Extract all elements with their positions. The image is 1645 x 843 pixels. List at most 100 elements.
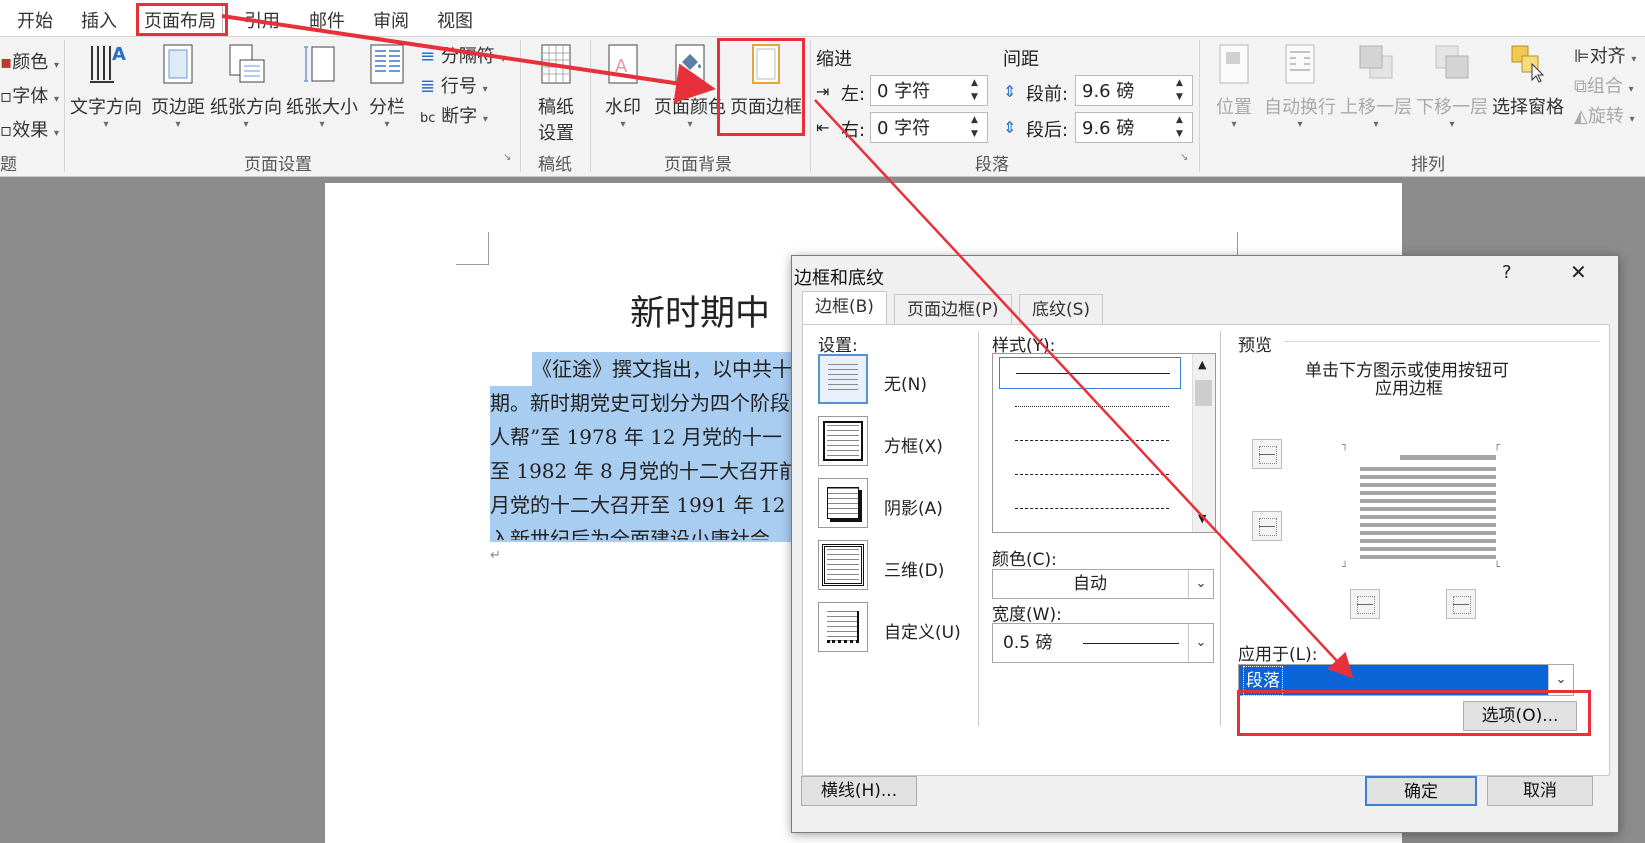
- columns-label: 分栏: [369, 97, 405, 118]
- wrap-text-button[interactable]: 自动换行 ▾: [1262, 42, 1338, 130]
- indent-title: 缩进: [816, 49, 852, 70]
- tab-review[interactable]: 审阅: [373, 7, 409, 33]
- text-direction-icon: A: [90, 44, 126, 83]
- line-numbers-label: 行号: [440, 76, 477, 97]
- page-color-icon: [675, 44, 705, 84]
- setting-none-option[interactable]: [818, 354, 868, 404]
- theme-effects-label: 效果: [12, 120, 49, 141]
- margins-button[interactable]: 页边距 ▾: [148, 42, 208, 130]
- tab-home[interactable]: 开始: [17, 7, 53, 33]
- theme-fonts-button[interactable]: ▫字体 ▾: [0, 82, 59, 108]
- group-separator: [1199, 40, 1200, 172]
- cancel-button[interactable]: 取消: [1487, 776, 1593, 806]
- position-button[interactable]: 位置 ▾: [1206, 42, 1262, 130]
- style-option-solid[interactable]: [999, 357, 1181, 389]
- width-line-preview: [1083, 643, 1179, 644]
- theme-fonts-label: 字体: [12, 86, 49, 107]
- horizontal-line-button[interactable]: 横线(H)...: [801, 776, 917, 806]
- style-option-fine-dash[interactable]: [999, 425, 1179, 455]
- margins-label: 页边距: [151, 97, 205, 118]
- border-style-list[interactable]: ▲ ▼: [992, 353, 1216, 533]
- setting-shadow-label[interactable]: 阴影(A): [884, 494, 943, 519]
- style-option-dash[interactable]: [999, 459, 1179, 489]
- line-numbers-icon: ≣: [420, 76, 436, 97]
- spin-arrows-icon[interactable]: ▲ ▼: [971, 76, 983, 104]
- theme-effects-button[interactable]: ▫效果 ▾: [0, 116, 59, 142]
- bottom-border-button[interactable]: [1252, 511, 1282, 541]
- columns-button[interactable]: 分栏 ▾: [362, 42, 412, 130]
- columns-icon: [370, 44, 404, 84]
- hyphenation-button[interactable]: bc 断字 ▾: [420, 102, 488, 128]
- group-separator: [590, 40, 591, 172]
- style-option-dash-dot[interactable]: [999, 493, 1179, 523]
- group-separator: [520, 40, 521, 172]
- close-icon[interactable]: ✕: [1570, 260, 1587, 284]
- setting-3d-label[interactable]: 三维(D): [884, 556, 944, 581]
- page-size-icon: [304, 46, 335, 82]
- indent-right-icon: ⇤: [816, 118, 830, 137]
- wrap-text-label: 自动换行: [1264, 97, 1336, 118]
- spin-arrows-icon[interactable]: ▲ ▼: [971, 113, 983, 141]
- scroll-up-icon[interactable]: ▲: [1198, 358, 1206, 371]
- rotate-button[interactable]: ◭旋转 ▾: [1574, 102, 1635, 128]
- bring-forward-icon: [1359, 45, 1393, 79]
- watermark-button[interactable]: A 水印 ▾: [598, 42, 648, 130]
- style-list-scrollbar[interactable]: ▲ ▼: [1192, 354, 1215, 532]
- indent-right-input[interactable]: 0 字符 ▲ ▼: [870, 112, 988, 143]
- setting-3d-option[interactable]: [818, 540, 868, 590]
- preview-first-line: [1400, 455, 1496, 460]
- column-divider: [1220, 331, 1221, 726]
- top-border-button[interactable]: [1252, 439, 1282, 469]
- tab-page-border[interactable]: 页面边框(P): [894, 294, 1012, 325]
- space-before-input[interactable]: 9.6 磅 ▲ ▼: [1075, 75, 1193, 106]
- preview-paragraph-lines[interactable]: [1360, 467, 1496, 563]
- chevron-down-icon[interactable]: ⌄: [1188, 624, 1213, 662]
- chevron-down-icon[interactable]: ⌄: [1188, 570, 1213, 598]
- tab-mailings[interactable]: 邮件: [309, 7, 345, 33]
- setting-box-label[interactable]: 方框(X): [884, 432, 943, 457]
- scroll-down-icon[interactable]: ▼: [1198, 512, 1206, 525]
- setting-custom-option[interactable]: [818, 602, 868, 652]
- setting-box-option[interactable]: [818, 416, 868, 466]
- right-border-button[interactable]: [1446, 589, 1476, 619]
- indent-left-input[interactable]: 0 字符 ▲ ▼: [870, 75, 988, 106]
- preview-label: 预览: [1238, 336, 1272, 356]
- breaks-button[interactable]: ≡ 分隔符 ▾: [420, 42, 506, 68]
- help-button[interactable]: ?: [1502, 262, 1512, 283]
- manuscript-settings-button[interactable]: 稿纸 设置: [528, 42, 584, 145]
- setting-shadow-option[interactable]: [818, 478, 868, 528]
- width-select[interactable]: 0.5 磅 ⌄: [992, 623, 1214, 663]
- paragraph-launcher-icon[interactable]: ↘: [1180, 152, 1188, 163]
- scroll-thumb[interactable]: [1195, 380, 1212, 406]
- line-numbers-button[interactable]: ≣ 行号 ▾: [420, 72, 488, 98]
- document-title: 新时期中: [630, 294, 771, 334]
- spin-arrows-icon[interactable]: ▲ ▼: [1176, 113, 1188, 141]
- setting-custom-label[interactable]: 自定义(U): [884, 618, 961, 643]
- document-line: 至 1982 年 8 月党的十二大召开前: [490, 454, 791, 488]
- page-setup-launcher-icon[interactable]: ↘: [503, 152, 511, 163]
- align-button[interactable]: ⊫对齐 ▾: [1574, 42, 1636, 68]
- spin-arrows-icon[interactable]: ▲ ▼: [1176, 76, 1188, 104]
- group-separator: [810, 40, 811, 172]
- selection-pane-button[interactable]: 选择窗格: [1490, 42, 1566, 119]
- text-direction-button[interactable]: A 文字方向 ▾: [70, 42, 142, 130]
- selection-pane-label: 选择窗格: [1492, 97, 1564, 118]
- tab-borders[interactable]: 边框(B): [802, 291, 887, 326]
- tab-references[interactable]: 引用: [244, 7, 280, 33]
- style-option-dotted[interactable]: [999, 391, 1179, 421]
- group-objects-button[interactable]: ⧉组合 ▾: [1574, 72, 1634, 98]
- tab-view[interactable]: 视图: [437, 7, 473, 33]
- bring-forward-button[interactable]: 上移一层 ▾: [1338, 42, 1414, 130]
- setting-3d-icon: [822, 544, 864, 586]
- setting-none-label[interactable]: 无(N): [884, 370, 927, 395]
- color-select[interactable]: 自动 ⌄: [992, 569, 1214, 599]
- space-after-input[interactable]: 9.6 磅 ▲ ▼: [1075, 112, 1193, 143]
- send-backward-button[interactable]: 下移一层 ▾: [1414, 42, 1490, 130]
- tab-insert[interactable]: 插入: [81, 7, 117, 33]
- ok-button[interactable]: 确定: [1365, 776, 1477, 806]
- left-border-button[interactable]: [1350, 589, 1380, 619]
- orientation-button[interactable]: 纸张方向 ▾: [208, 42, 284, 130]
- theme-colors-button[interactable]: ▪颜色 ▾: [0, 48, 59, 74]
- page-size-button[interactable]: 纸张大小 ▾: [284, 42, 360, 130]
- tab-shading[interactable]: 底纹(S): [1019, 294, 1104, 325]
